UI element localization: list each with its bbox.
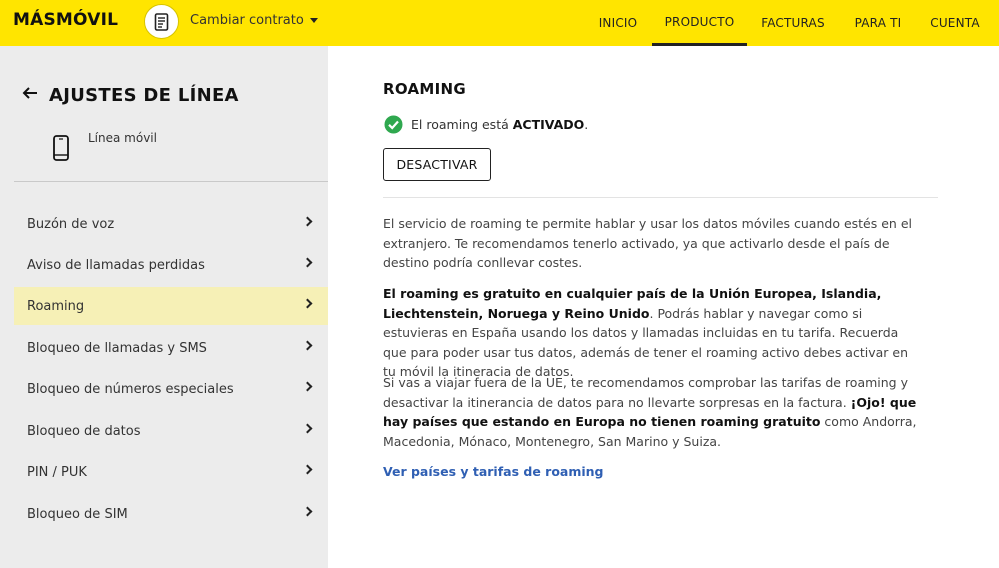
roaming-rates-link[interactable]: Ver países y tarifas de roaming	[383, 464, 604, 479]
brand-logo[interactable]: MÁSMÓVIL	[13, 10, 118, 30]
change-contract-dropdown[interactable]: Cambiar contrato	[190, 13, 318, 28]
sidebar-item-label: Bloqueo de SIM	[27, 506, 128, 522]
nav-inicio[interactable]: INICIO	[590, 0, 646, 46]
sidebar-item-buzon-de-voz[interactable]: Buzón de voz	[14, 205, 328, 243]
change-contract-label: Cambiar contrato	[190, 13, 304, 28]
sidebar-item-bloqueo-numeros-especiales[interactable]: Bloqueo de números especiales	[14, 370, 328, 408]
section-title: AJUSTES DE LÍNEA	[49, 85, 239, 106]
sidebar-item-label: Buzón de voz	[27, 216, 115, 232]
document-icon[interactable]	[144, 4, 179, 39]
sidebar-divider	[14, 181, 328, 182]
status-suffix: .	[584, 117, 589, 132]
chevron-right-icon	[302, 257, 313, 268]
sidebar-item-label: Roaming	[27, 298, 85, 314]
deactivate-button[interactable]: DESACTIVAR	[383, 148, 491, 181]
para3-start: Si vas a viajar fuera de la UE, te recom…	[383, 375, 908, 410]
nav-facturas[interactable]: FACTURAS	[753, 0, 833, 46]
nav-cuenta[interactable]: CUENTA	[922, 0, 988, 46]
nav-producto[interactable]: PRODUCTO	[652, 0, 747, 46]
mobile-phone-icon	[53, 135, 69, 165]
line-label: Línea móvil	[88, 131, 157, 145]
chevron-right-icon	[302, 298, 313, 309]
chevron-right-icon	[302, 216, 313, 227]
info-paragraph-2: El roaming es gratuito en cualquier país…	[383, 284, 918, 382]
nav-para-ti[interactable]: PARA TI	[845, 0, 911, 46]
info-paragraph-3: Si vas a viajar fuera de la UE, te recom…	[383, 373, 918, 451]
chevron-right-icon	[302, 464, 313, 475]
sidebar-item-roaming[interactable]: Roaming	[14, 287, 328, 325]
arrow-left-icon[interactable]	[22, 85, 38, 105]
caret-down-icon	[309, 18, 318, 23]
sidebar-item-bloqueo-llamadas-sms[interactable]: Bloqueo de llamadas y SMS	[14, 329, 328, 367]
sidebar-item-label: PIN / PUK	[27, 464, 87, 480]
sidebar-item-bloqueo-datos[interactable]: Bloqueo de datos	[14, 412, 328, 450]
sidebar-item-bloqueo-sim[interactable]: Bloqueo de SIM	[14, 495, 328, 533]
chevron-right-icon	[302, 423, 313, 434]
chevron-right-icon	[302, 381, 313, 392]
chevron-right-icon	[302, 340, 313, 351]
sidebar-item-label: Bloqueo de números especiales	[27, 381, 234, 397]
status-prefix: El roaming está	[411, 117, 513, 132]
page-title: ROAMING	[383, 80, 466, 98]
content-divider	[383, 197, 938, 198]
sidebar-item-label: Bloqueo de llamadas y SMS	[27, 340, 207, 356]
sidebar-item-label: Bloqueo de datos	[27, 423, 141, 439]
sidebar-item-aviso-llamadas-perdidas[interactable]: Aviso de llamadas perdidas	[14, 246, 328, 284]
sidebar-item-pin-puk[interactable]: PIN / PUK	[14, 453, 328, 491]
roaming-status: El roaming está ACTIVADO.	[411, 117, 588, 132]
check-circle-icon	[384, 115, 403, 138]
info-paragraph-1: El servicio de roaming te permite hablar…	[383, 216, 912, 270]
sidebar-item-label: Aviso de llamadas perdidas	[27, 257, 205, 273]
top-bar: MÁSMÓVIL Cambiar contrato INICIO PRODUCT…	[0, 0, 999, 46]
chevron-right-icon	[302, 506, 313, 517]
status-value: ACTIVADO	[512, 117, 585, 132]
